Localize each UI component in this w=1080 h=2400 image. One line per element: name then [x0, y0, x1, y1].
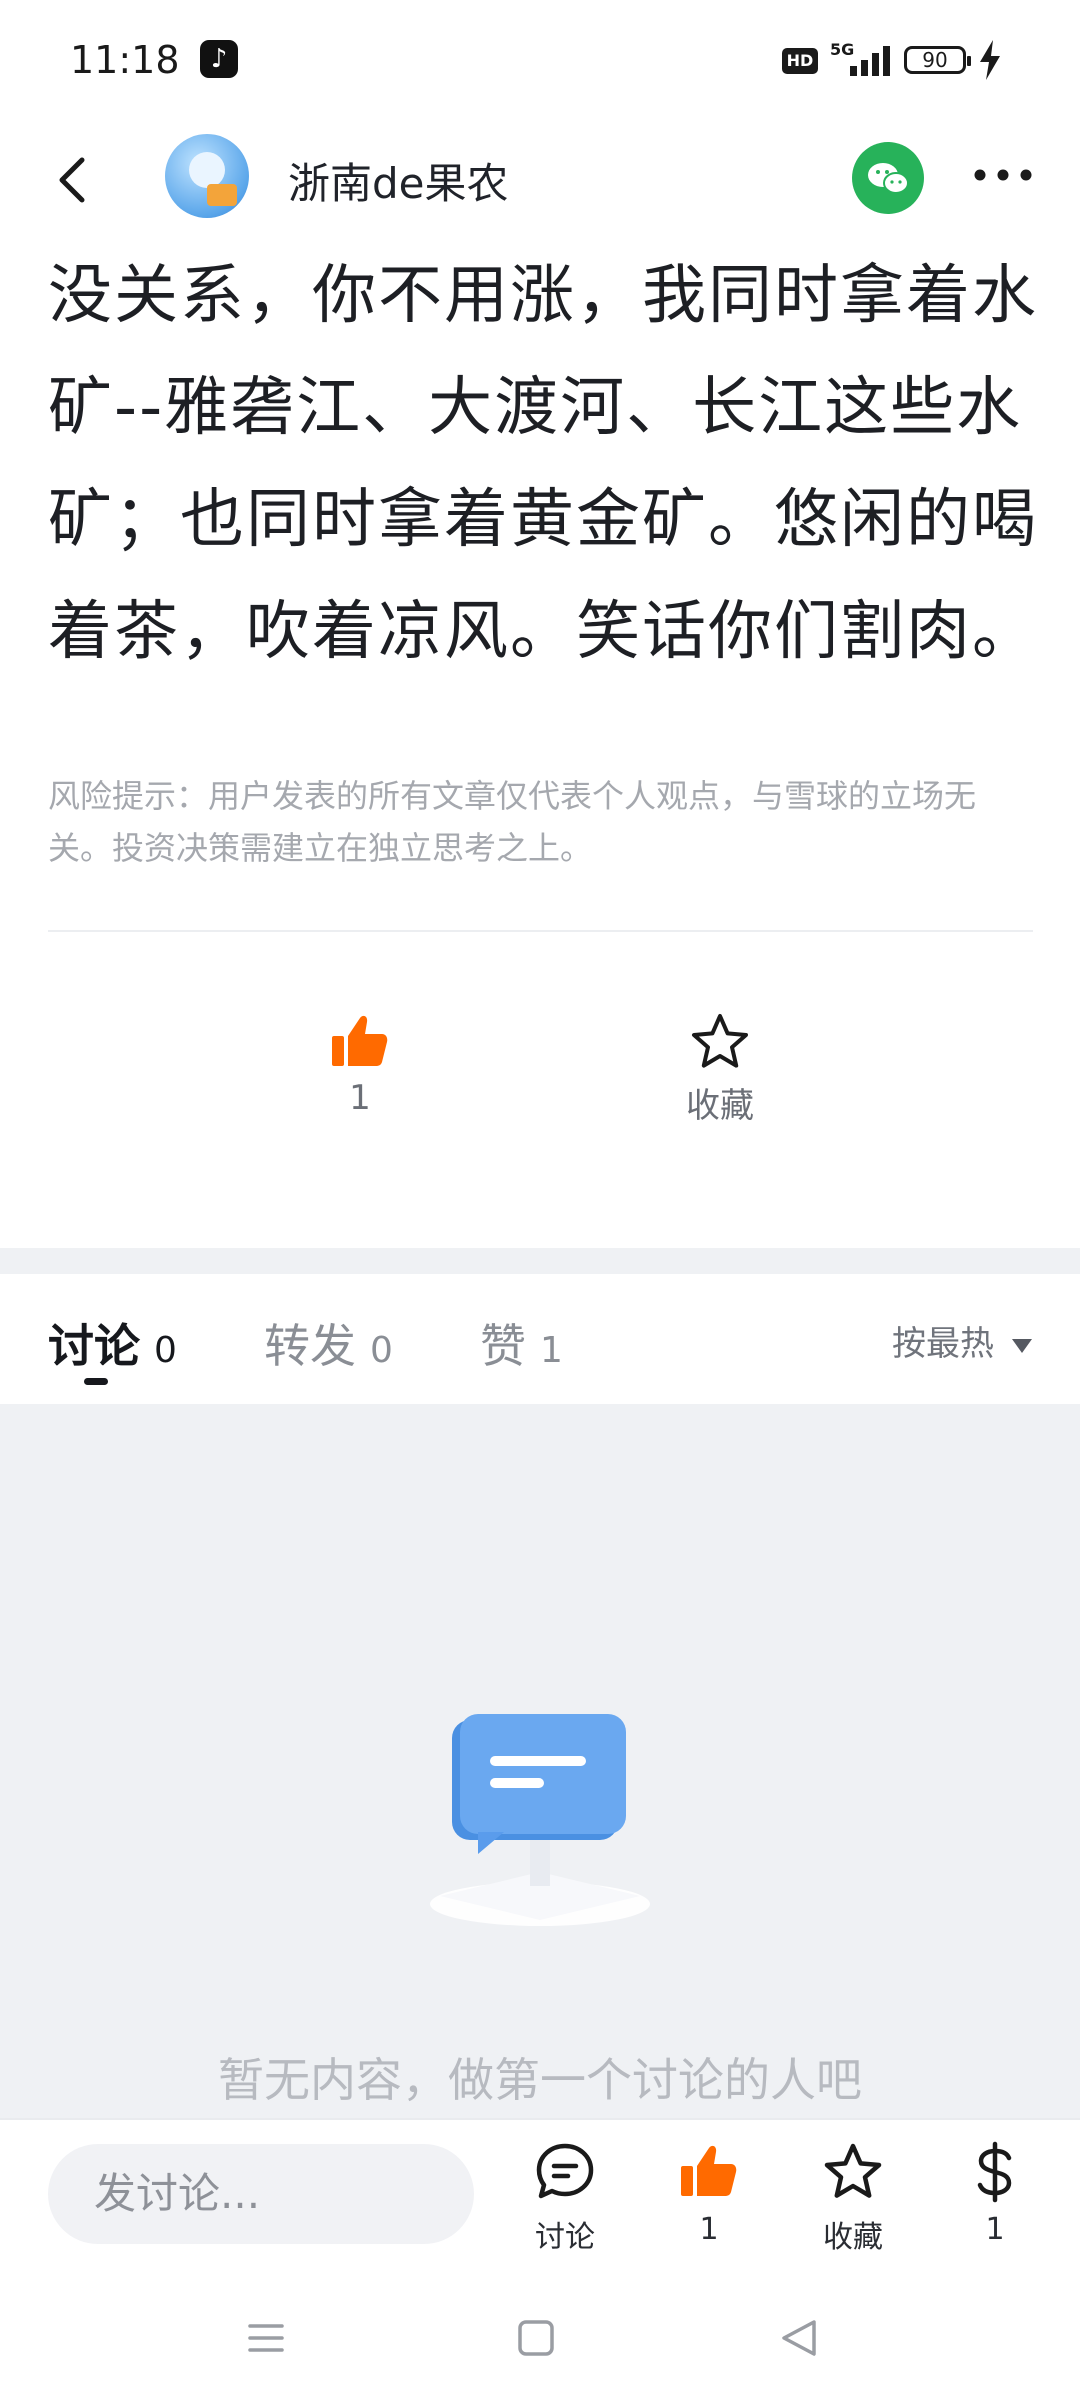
avatar[interactable]: [165, 134, 249, 218]
back-icon[interactable]: [44, 150, 104, 210]
home-icon[interactable]: [506, 2308, 566, 2368]
star-icon: [692, 1014, 748, 1068]
bottom-favorite-button[interactable]: 收藏: [798, 2140, 908, 2256]
bottom-action-bar: 发讨论... 讨论 1 收藏 1: [0, 2118, 1080, 2270]
tiktok-app-icon: ♪: [200, 40, 238, 78]
wechat-share-button[interactable]: [852, 142, 924, 214]
empty-state: 暂无内容，做第一个讨论的人吧: [0, 1404, 1080, 2120]
signal-icon: 5G: [830, 40, 896, 76]
status-bar: 11:18 ♪ HD 5G 90: [0, 0, 1080, 120]
like-button[interactable]: 1: [300, 1010, 420, 1118]
status-time: 11:18: [70, 38, 180, 82]
bottom-like-count: 1: [699, 2212, 719, 2247]
reward-button[interactable]: 1: [940, 2140, 1050, 2247]
tab-discuss[interactable]: 讨论 0: [48, 1310, 177, 1376]
empty-message: 暂无内容，做第一个讨论的人吧: [218, 2053, 862, 2107]
reward-count: 1: [985, 2212, 1005, 2247]
active-tab-indicator: [84, 1378, 108, 1385]
tab-likes[interactable]: 赞1: [480, 1310, 563, 1376]
favorite-label: 收藏: [686, 1086, 754, 1126]
comment-tabs: 讨论 0 转发 0 赞1 按最热: [0, 1274, 1080, 1404]
thumbs-up-icon: [332, 1015, 388, 1066]
dollar-icon: [977, 2141, 1012, 2203]
comment-icon: [536, 2143, 594, 2199]
wechat-icon: [868, 163, 909, 194]
author-name[interactable]: 浙南de果农: [288, 150, 509, 211]
star-icon: [824, 2143, 882, 2198]
risk-notice: 风险提示：用户发表的所有文章仅代表个人观点，与雪球的立场无关。投资决策需建立在独…: [48, 777, 977, 867]
divider: [48, 930, 1033, 932]
discuss-label: 讨论: [535, 2220, 595, 2255]
post-content: 没关系，你不用涨，我同时拿着水矿--雅砻江、大渡河、长江这些水矿；也同时拿着黄金…: [48, 259, 1038, 669]
chat-bubble-illustration: [430, 1714, 650, 1926]
nav-back-icon[interactable]: [770, 2308, 830, 2368]
favorite-button[interactable]: 收藏: [660, 1010, 780, 1127]
more-icon[interactable]: [968, 160, 1038, 190]
system-nav-bar: [0, 2268, 1080, 2400]
bottom-like-button[interactable]: 1: [654, 2140, 764, 2247]
like-count: 1: [349, 1078, 371, 1118]
discuss-button[interactable]: 讨论: [510, 2140, 620, 2256]
sort-dropdown[interactable]: 按最热: [892, 1316, 1032, 1365]
tab-repost[interactable]: 转发 0: [264, 1310, 393, 1376]
section-gap: [0, 1248, 1080, 1274]
menu-icon[interactable]: [236, 2308, 296, 2368]
thumbs-up-icon: [681, 2145, 737, 2196]
charging-icon: [980, 40, 1000, 80]
post-header: 浙南de果农: [0, 120, 1080, 240]
hd-badge: HD: [782, 48, 818, 74]
battery-icon: 90: [904, 46, 971, 74]
bottom-favorite-label: 收藏: [823, 2220, 883, 2255]
chevron-down-icon: [1012, 1338, 1032, 1353]
comment-input[interactable]: 发讨论...: [48, 2144, 474, 2244]
